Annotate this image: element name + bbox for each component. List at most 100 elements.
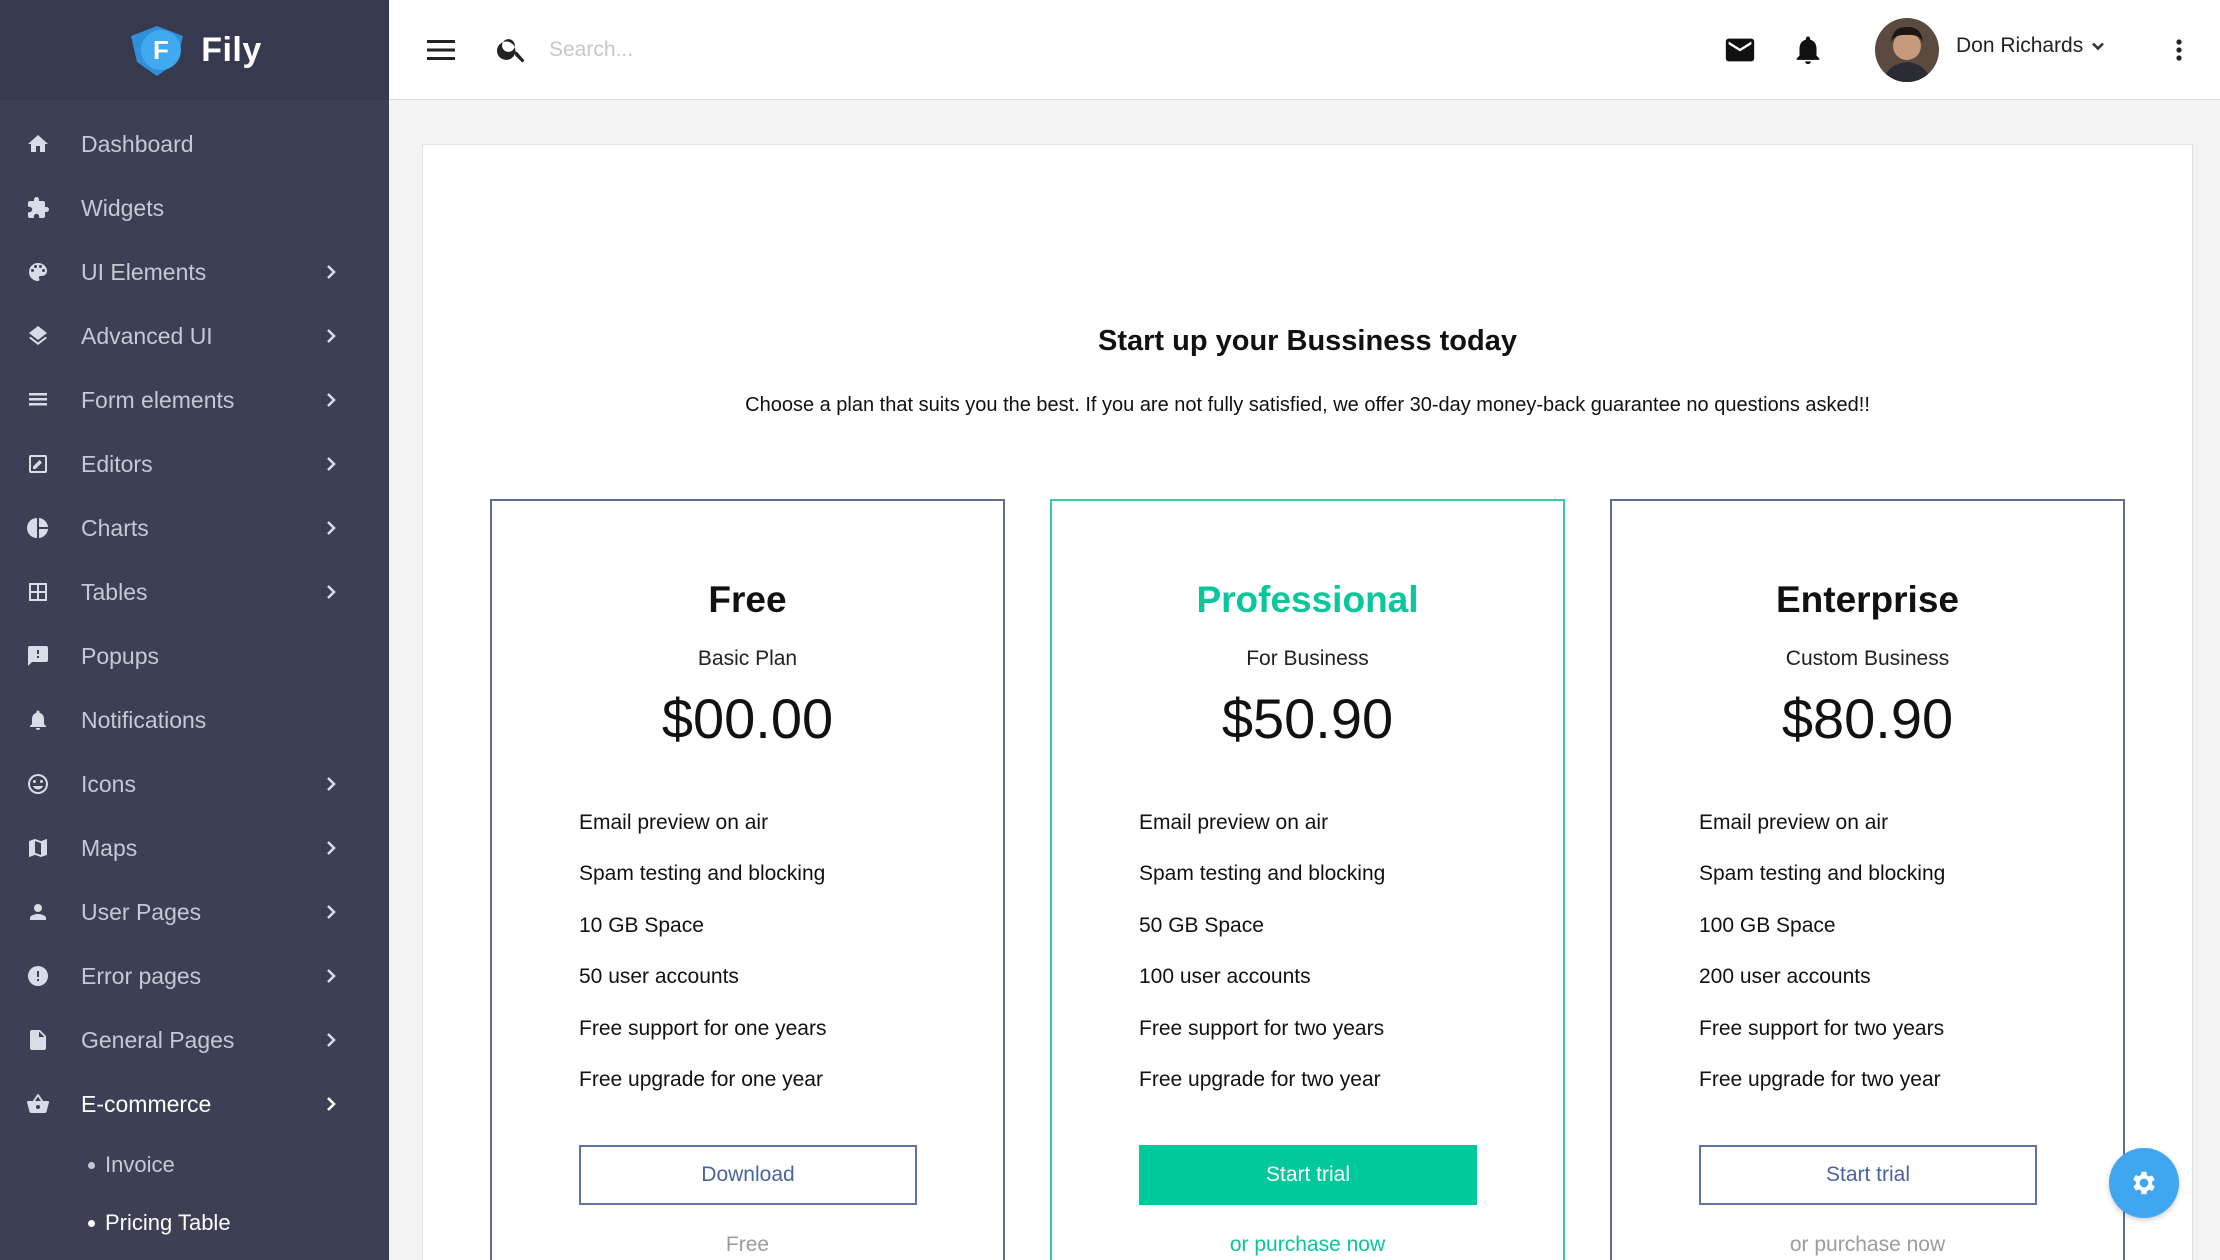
plan-free: Free Basic Plan $00.00 Email preview on … — [490, 499, 1005, 1260]
chevron-right-icon — [323, 456, 339, 472]
sidebar-item-label: Advanced UI — [81, 322, 213, 349]
feature-item: Spam testing and blocking — [579, 862, 826, 886]
sidebar-item-user-pages[interactable]: User Pages — [0, 880, 389, 944]
sidebar-item-popups[interactable]: Popups — [0, 624, 389, 688]
sidebar-item-charts[interactable]: Charts — [0, 496, 389, 560]
sidebar-item-label: Popups — [81, 642, 160, 669]
sidebar-item-tables[interactable]: Tables — [0, 560, 389, 624]
feature-item: 50 user accounts — [579, 965, 739, 989]
sidebar-item-widgets[interactable]: Widgets — [0, 176, 389, 240]
sidebar-item-maps[interactable]: Maps — [0, 816, 389, 880]
person-icon — [24, 898, 52, 926]
logo-icon: F — [127, 22, 187, 78]
feature-item: 50 GB Space — [1139, 913, 1264, 937]
purchase-now-link[interactable]: or purchase now — [1052, 1233, 1563, 1257]
plan-price: $80.90 — [1781, 687, 1954, 750]
sidebar-item-editors[interactable]: Editors — [0, 432, 389, 496]
plan-name: Free — [708, 579, 787, 620]
chevron-right-icon — [323, 904, 339, 920]
more-vertical-icon[interactable] — [2171, 34, 2187, 66]
sidebar-subitem-pricing-table[interactable]: Pricing Table — [0, 1194, 389, 1252]
sidebar: F Fily Dashboard Widgets UI Elements Adv… — [0, 0, 389, 1260]
mail-icon[interactable] — [1723, 33, 1757, 67]
purchase-now-link[interactable]: or purchase now — [1612, 1233, 2123, 1257]
brand[interactable]: F Fily — [0, 0, 389, 100]
sidebar-item-label: Widgets — [81, 194, 165, 221]
chevron-right-icon — [323, 584, 339, 600]
basket-icon — [24, 1090, 52, 1118]
sidebar-item-form-elements[interactable]: Form elements — [0, 368, 389, 432]
start-trial-button[interactable]: Start trial — [1139, 1145, 1477, 1205]
chevron-right-icon — [323, 1032, 339, 1048]
page-title: Start up your Bussiness today — [1098, 325, 1517, 357]
plan-note: Free — [725, 1233, 770, 1256]
plan-description: Custom Business — [1785, 647, 1950, 670]
user-name: Don Richards — [1956, 34, 2084, 57]
hamburger-menu-icon[interactable] — [425, 34, 457, 66]
sidebar-item-label: Maps — [81, 834, 138, 861]
feature-item: Free upgrade for one year — [579, 1068, 823, 1092]
sidebar-item-label: Tables — [81, 578, 148, 605]
sidebar-subitem-invoice[interactable]: Invoice — [0, 1136, 389, 1194]
sidebar-item-advanced-ui[interactable]: Advanced UI — [0, 304, 389, 368]
gear-icon — [2133, 1171, 2155, 1195]
feature-item: Spam testing and blocking — [1139, 862, 1386, 886]
feature-item: Free upgrade for two year — [1699, 1068, 1941, 1092]
feature-item: 200 user accounts — [1699, 965, 1871, 989]
error-icon — [24, 962, 52, 990]
file-icon — [24, 1026, 52, 1054]
grid-icon — [24, 578, 52, 606]
sidebar-item-icons[interactable]: Icons — [0, 752, 389, 816]
sidebar-item-label: E-commerce — [81, 1090, 212, 1117]
sidebar-item-label: UI Elements — [81, 258, 207, 285]
search-input[interactable] — [549, 30, 1069, 70]
sidebar-item-e-commerce[interactable]: E-commerce — [0, 1072, 389, 1136]
sidebar-item-label: Error pages — [81, 962, 202, 989]
sidebar-item-label: Charts — [81, 514, 149, 541]
edit-box-icon — [24, 450, 52, 478]
sidebar-item-ui-elements[interactable]: UI Elements — [0, 240, 389, 304]
chevron-right-icon — [323, 328, 339, 344]
settings-fab-button[interactable] — [2109, 1148, 2179, 1218]
sidebar-item-general-pages[interactable]: General Pages — [0, 1008, 389, 1072]
sidebar-item-label: User Pages — [81, 898, 202, 925]
sidebar-subitem-label: Pricing Table — [105, 1210, 231, 1235]
feature-item: 10 GB Space — [579, 913, 704, 937]
feature-item: Spam testing and blocking — [1699, 862, 1946, 886]
plan-name: Professional — [1196, 579, 1419, 620]
sidebar-item-dashboard[interactable]: Dashboard — [0, 112, 389, 176]
bell-icon[interactable] — [1791, 32, 1825, 68]
avatar[interactable] — [1875, 18, 1939, 82]
feature-item: Email preview on air — [1139, 810, 1329, 834]
plan-professional: Professional For Business $50.90 Email p… — [1050, 499, 1565, 1260]
feature-list: Email preview on air Spam testing and bl… — [1139, 797, 1385, 1106]
brand-name: Fily — [201, 30, 262, 69]
sidebar-nav: Dashboard Widgets UI Elements Advanced U… — [0, 100, 389, 1252]
user-menu[interactable]: Don Richards — [1956, 34, 2105, 58]
sidebar-subitem-label: Invoice — [105, 1152, 175, 1177]
sidebar-item-notifications[interactable]: Notifications — [0, 688, 389, 752]
pricing-card: Start up your Bussiness today Choose a p… — [422, 144, 2193, 1260]
download-button[interactable]: Download — [579, 1145, 917, 1205]
chevron-right-icon — [323, 264, 339, 280]
logo-letter: F — [153, 35, 169, 65]
puzzle-icon — [24, 194, 52, 222]
search-icon[interactable] — [495, 32, 529, 66]
feature-item: 100 user accounts — [1139, 965, 1311, 989]
palette-icon — [24, 258, 52, 286]
feature-item: 100 GB Space — [1699, 913, 1836, 937]
chevron-right-icon — [323, 776, 339, 792]
sidebar-item-label: Icons — [81, 770, 136, 797]
chevron-right-icon — [323, 840, 339, 856]
start-trial-button[interactable]: Start trial — [1699, 1145, 2037, 1205]
feature-list: Email preview on air Spam testing and bl… — [1699, 797, 1945, 1106]
feature-item: Free support for two years — [1699, 1016, 1945, 1040]
smiley-icon — [24, 770, 52, 798]
bullet-icon — [88, 1161, 95, 1169]
sidebar-item-label: Editors — [81, 450, 153, 477]
plan-name: Enterprise — [1775, 579, 1959, 620]
topbar: Don Richards — [389, 0, 2220, 100]
sidebar-item-error-pages[interactable]: Error pages — [0, 944, 389, 1008]
feature-item: Free upgrade for two year — [1139, 1068, 1381, 1092]
sidebar-item-label: Dashboard — [81, 130, 194, 157]
